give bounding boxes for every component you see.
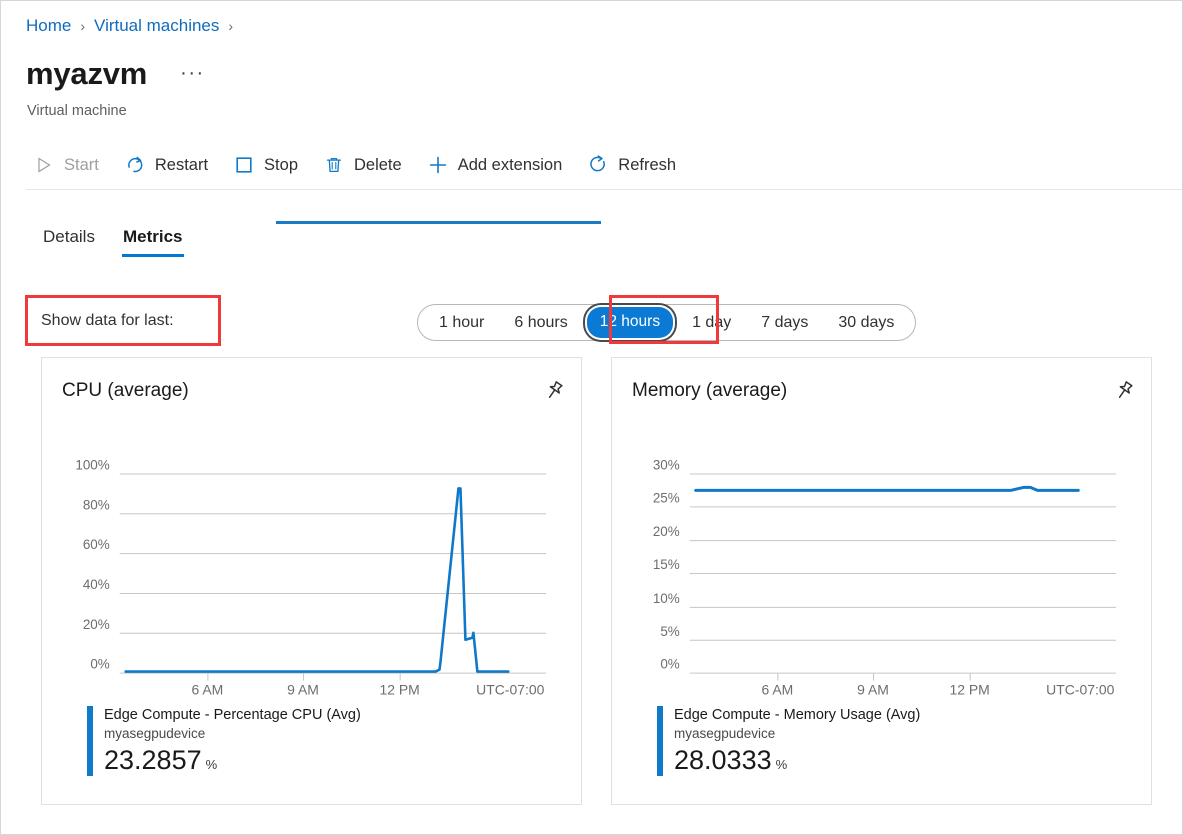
accent-rule (276, 221, 601, 224)
svg-text:9 AM: 9 AM (287, 681, 319, 697)
refresh-button-label: Refresh (618, 156, 677, 174)
page-title-row: myazvm ··· (26, 55, 205, 93)
svg-text:6 AM: 6 AM (191, 681, 223, 697)
restart-button-label: Restart (154, 156, 209, 174)
breadcrumb-separator-icon: › (228, 18, 234, 34)
svg-text:20%: 20% (653, 524, 680, 539)
refresh-icon (587, 154, 609, 176)
svg-text:15%: 15% (653, 557, 680, 572)
cpu-legend-value: 23.2857 (104, 745, 202, 775)
svg-text:100%: 100% (75, 458, 109, 473)
time-range-option-30-days[interactable]: 30 days (823, 312, 909, 334)
svg-text:UTC-07:00: UTC-07:00 (1046, 681, 1114, 697)
plus-icon (427, 154, 449, 176)
delete-button-label: Delete (354, 156, 402, 174)
memory-legend-unit: % (775, 757, 788, 772)
cpu-legend-metric-name: Edge Compute - Percentage CPU (Avg) (104, 707, 361, 723)
time-range-option-6-hours[interactable]: 6 hours (499, 312, 582, 334)
page-subtitle: Virtual machine (27, 103, 127, 119)
command-bar-divider (26, 189, 1182, 190)
svg-text:40%: 40% (83, 577, 110, 592)
legend-color-swatch (657, 706, 663, 776)
cpu-legend-device-name: myasegpudevice (104, 726, 206, 741)
svg-text:UTC-07:00: UTC-07:00 (476, 681, 544, 697)
azure-portal-vm-metrics-page: Home › Virtual machines › myazvm ··· Vir… (0, 0, 1183, 835)
restart-icon (124, 154, 146, 176)
legend-color-swatch (87, 706, 93, 776)
play-icon (33, 154, 55, 176)
breadcrumb-separator-icon: › (80, 18, 86, 34)
delete-button[interactable]: Delete (319, 147, 411, 183)
breadcrumb: Home › Virtual machines › (26, 15, 242, 37)
memory-chart-legend: Edge Compute - Memory Usage (Avg) myaseg… (657, 706, 920, 776)
breadcrumb-item-virtual-machines[interactable]: Virtual machines (94, 15, 219, 37)
memory-legend-device-name: myasegpudevice (674, 726, 776, 741)
time-range-option-1-hour[interactable]: 1 hour (424, 312, 499, 334)
tab-metrics-label: Metrics (122, 227, 183, 246)
svg-text:12 PM: 12 PM (950, 681, 990, 697)
trash-icon (323, 154, 345, 176)
time-range-picker: 1 hour 6 hours 12 hours 1 day 7 days 30 … (417, 304, 917, 341)
stop-button-label: Stop (264, 156, 298, 174)
svg-text:80%: 80% (83, 497, 110, 512)
time-range-option-1-day[interactable]: 1 day (677, 312, 746, 334)
memory-legend-metric-name: Edge Compute - Memory Usage (Avg) (674, 707, 921, 723)
svg-text:0%: 0% (660, 657, 679, 672)
command-bar: Start Restart Stop Delete Add extension … (29, 147, 697, 183)
more-options-icon[interactable]: ··· (180, 63, 204, 83)
cpu-metric-card: CPU (average) 100% 80% 60% 40% 20% 0% 6 … (41, 357, 582, 805)
svg-text:5%: 5% (660, 624, 679, 639)
memory-metric-card: Memory (average) 30% 25% 20% 15% 10% 5% … (611, 357, 1152, 805)
stop-square-icon (233, 154, 255, 176)
start-button-label: Start (64, 156, 99, 174)
add-extension-button-label: Add extension (457, 156, 563, 174)
svg-text:30%: 30% (653, 458, 680, 473)
start-button[interactable]: Start (29, 147, 108, 183)
svg-text:0%: 0% (90, 657, 109, 672)
svg-text:12 PM: 12 PM (380, 681, 420, 697)
tab-details-label: Details (43, 227, 95, 246)
cpu-chart-legend: Edge Compute - Percentage CPU (Avg) myas… (87, 706, 361, 776)
tab-details[interactable]: Details (29, 226, 109, 257)
tab-bar: Details Metrics (29, 217, 197, 257)
svg-text:20%: 20% (83, 617, 110, 632)
time-range-option-7-days[interactable]: 7 days (746, 312, 823, 334)
svg-text:25%: 25% (653, 490, 680, 505)
svg-text:6 AM: 6 AM (761, 681, 793, 697)
refresh-button[interactable]: Refresh (583, 147, 685, 183)
memory-legend-value: 28.0333 (674, 745, 772, 775)
add-extension-button[interactable]: Add extension (423, 147, 572, 183)
stop-button[interactable]: Stop (229, 147, 307, 183)
restart-button[interactable]: Restart (120, 147, 217, 183)
svg-text:10%: 10% (653, 591, 680, 606)
cpu-legend-unit: % (205, 757, 218, 772)
time-range-option-12-hours[interactable]: 12 hours (586, 307, 674, 338)
page-title: myazvm (26, 56, 148, 91)
show-data-for-last-label: Show data for last: (41, 312, 174, 329)
breadcrumb-item-home[interactable]: Home (26, 15, 71, 37)
svg-text:9 AM: 9 AM (857, 681, 889, 697)
svg-text:60%: 60% (83, 537, 110, 552)
tab-metrics[interactable]: Metrics (109, 226, 197, 257)
